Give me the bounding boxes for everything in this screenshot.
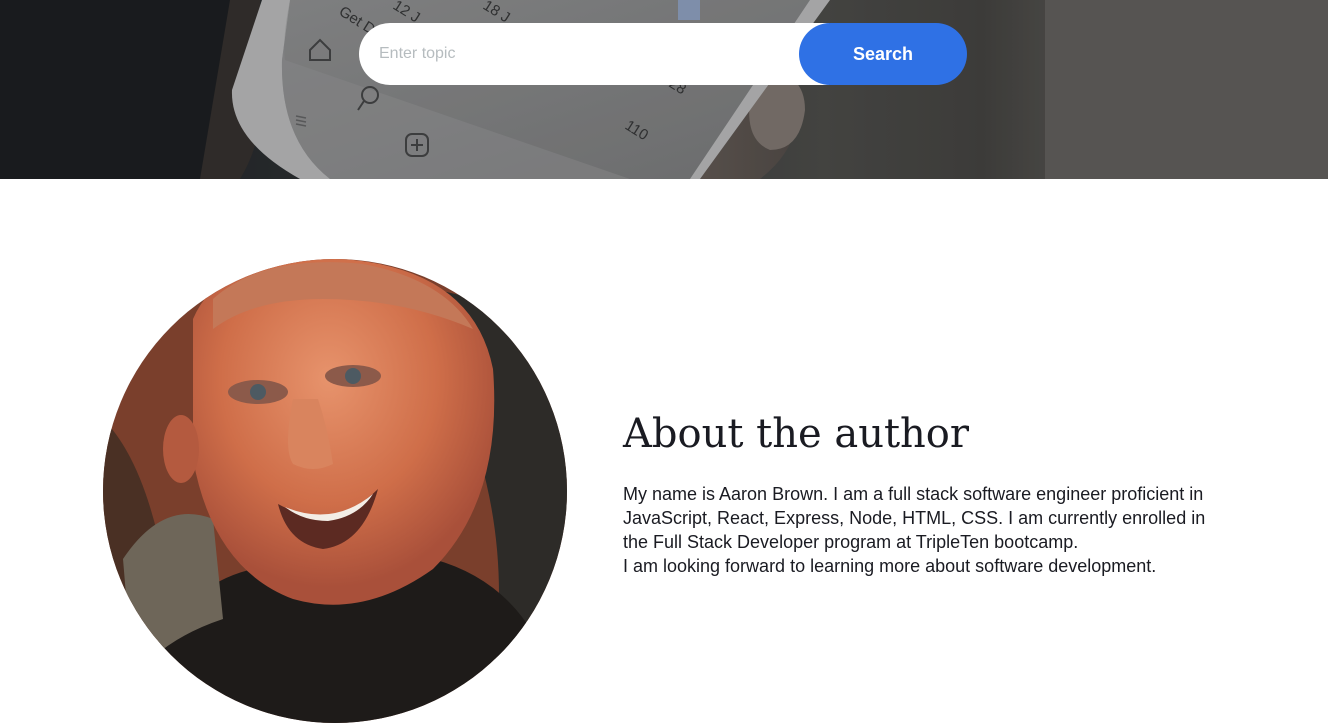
about-paragraph-2: I am looking forward to learning more ab… [623,556,1157,576]
search-button[interactable]: Search [799,23,967,85]
about-paragraph-1: My name is Aaron Brown. I am a full stac… [623,484,1206,552]
hero-header: Get D 12 J 18 J 28 110 Search [0,0,1328,179]
author-photo [103,259,567,723]
search-input[interactable] [359,23,829,85]
about-description: My name is Aaron Brown. I am a full stac… [623,482,1235,578]
about-title: About the author [623,411,969,457]
search-form: Search [359,23,967,85]
